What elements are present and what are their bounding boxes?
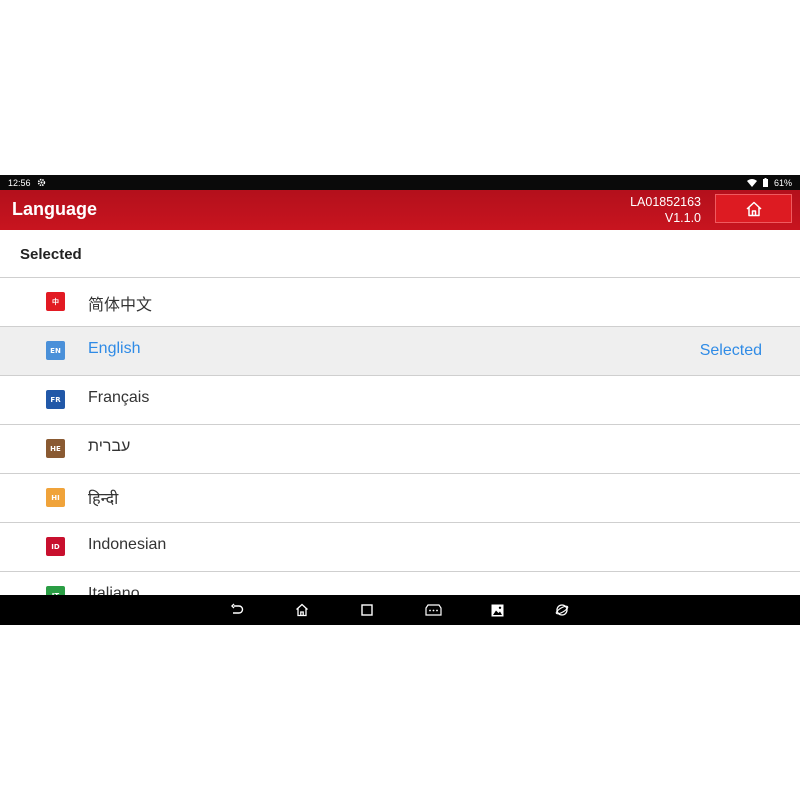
status-time: 12:56	[8, 177, 31, 188]
battery-icon	[762, 178, 768, 187]
home-icon	[745, 201, 763, 217]
page-title: Language	[12, 199, 98, 219]
list-item[interactable]: IT Italiano	[0, 572, 800, 596]
home-icon	[295, 603, 309, 617]
language-name: Indonesian	[88, 536, 167, 553]
flag-icon: EN	[46, 341, 65, 360]
device-info: LA01852163 V1.1.0	[630, 194, 701, 226]
list-item[interactable]: HE עברית	[0, 425, 800, 474]
back-icon	[230, 603, 244, 617]
language-status: Selected	[699, 342, 762, 359]
language-name: English	[88, 340, 141, 357]
language-list[interactable]: 中 简体中文 EN English Selected FR Français H…	[0, 278, 800, 596]
battery-level: 61%	[773, 177, 792, 188]
flag-icon: 中	[46, 292, 65, 311]
nav-home-button[interactable]	[294, 602, 310, 618]
flag-icon: HI	[46, 488, 65, 507]
wifi-icon	[746, 178, 757, 187]
flag-icon: FR	[46, 390, 65, 409]
back-button[interactable]	[229, 602, 245, 618]
gallery-button[interactable]	[489, 602, 505, 618]
navigation-bar	[0, 595, 800, 625]
vci-button[interactable]	[424, 602, 442, 618]
list-item[interactable]: ID Indonesian	[0, 523, 800, 572]
app-header: Language LA01852163 V1.1.0	[0, 190, 800, 230]
flag-icon: ID	[46, 537, 65, 556]
language-name: 简体中文	[88, 297, 153, 314]
home-button[interactable]	[715, 194, 792, 223]
recents-icon	[361, 604, 373, 616]
list-item[interactable]: EN English Selected	[0, 327, 800, 376]
language-name: Français	[88, 389, 150, 406]
language-name: עברית	[88, 438, 131, 455]
device-serial: LA01852163	[630, 195, 701, 209]
section-header: Selected	[0, 230, 800, 278]
browser-button[interactable]	[554, 602, 570, 618]
gear-icon	[37, 178, 46, 187]
gallery-icon	[491, 604, 504, 617]
flag-icon: HE	[46, 439, 65, 458]
vci-icon	[424, 604, 442, 616]
language-name: हिन्दी	[88, 491, 119, 508]
recents-button[interactable]	[359, 602, 375, 618]
section-title: Selected	[20, 246, 82, 263]
browser-icon	[555, 603, 569, 617]
list-item[interactable]: HI हिन्दी	[0, 474, 800, 523]
list-item[interactable]: 中 简体中文	[0, 278, 800, 327]
screen: 12:56 61% Language LA01852163 V1.1.0 Sel…	[0, 175, 800, 625]
app-version: V1.1.0	[664, 211, 701, 225]
status-bar: 12:56 61%	[0, 175, 800, 190]
list-item[interactable]: FR Français	[0, 376, 800, 425]
